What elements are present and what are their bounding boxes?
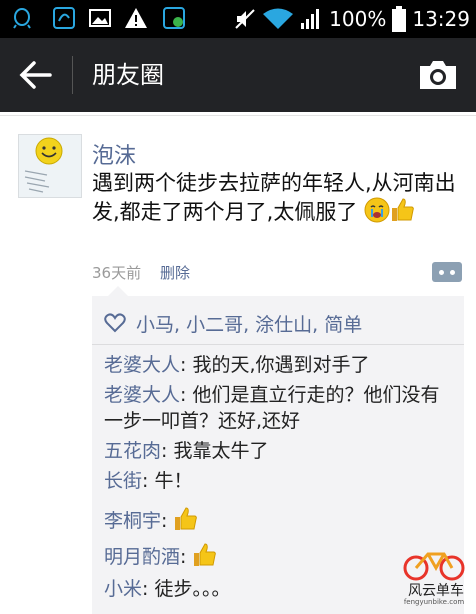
comment-item[interactable]: 长街: 牛！ bbox=[104, 468, 454, 494]
smiley-avatar-icon bbox=[19, 135, 81, 197]
status-bar: 100% 13:29 bbox=[0, 0, 476, 38]
watermark-logo: 风云单车 fengyunbike.com bbox=[396, 548, 472, 606]
signal-icon bbox=[301, 9, 320, 29]
app-bar-divider bbox=[72, 56, 73, 94]
comment-author[interactable]: 小米 bbox=[104, 578, 142, 600]
likes-names[interactable]: 小马, 小二哥, 涂仕山, 简单 bbox=[136, 310, 362, 337]
comment-text: 我的天,你遇到对手了 bbox=[192, 354, 370, 376]
delete-link[interactable]: 删除 bbox=[160, 262, 190, 283]
comment-author[interactable]: 老婆大人 bbox=[104, 384, 180, 406]
thumbs-up-emoji bbox=[194, 543, 217, 566]
comment-divider bbox=[92, 344, 464, 345]
camera-icon[interactable] bbox=[418, 58, 458, 92]
comment-text: 牛！ bbox=[154, 470, 193, 492]
more-dot bbox=[439, 270, 444, 275]
heart-icon bbox=[104, 313, 126, 333]
post-time: 36天前 bbox=[92, 264, 142, 282]
avatar[interactable] bbox=[18, 134, 82, 198]
comment-item[interactable]: 老婆大人: 他们是直立行走的？他们没有一步一叩首？还好,还好 bbox=[104, 382, 454, 434]
comment-item[interactable]: 五花肉: 我靠太牛了 bbox=[104, 438, 454, 464]
comment-text: 我靠太牛了 bbox=[173, 440, 269, 462]
crying-emoji bbox=[364, 197, 390, 223]
comment-box-arrow bbox=[108, 286, 128, 296]
app-update-icon bbox=[163, 7, 185, 29]
comment-author[interactable]: 五花肉 bbox=[104, 440, 161, 462]
thumbs-up-emoji bbox=[392, 198, 414, 221]
app-icon bbox=[53, 7, 75, 29]
wifi-icon bbox=[263, 8, 294, 29]
more-icon[interactable] bbox=[432, 262, 462, 282]
likes-row: 小马, 小二哥, 涂仕山, 简单 bbox=[104, 308, 362, 338]
mute-icon bbox=[235, 9, 255, 29]
page-title: 朋友圈 bbox=[92, 61, 164, 89]
bicycle-logo-icon bbox=[403, 552, 465, 581]
image-icon bbox=[89, 9, 111, 27]
back-arrow-icon[interactable] bbox=[18, 60, 52, 90]
qq-icon bbox=[13, 8, 31, 29]
comment-item[interactable]: 李桐宇: bbox=[104, 506, 454, 534]
comment-author[interactable]: 长街 bbox=[104, 470, 142, 492]
warning-icon bbox=[125, 8, 147, 28]
status-time: 13:29 bbox=[412, 7, 470, 31]
comment-text: 徒步。。。 bbox=[154, 578, 231, 600]
comment-author[interactable]: 老婆大人 bbox=[104, 354, 180, 376]
comment-author[interactable]: 明月酌酒 bbox=[104, 546, 180, 568]
thumbs-up-emoji bbox=[175, 507, 198, 530]
divider bbox=[0, 115, 476, 116]
watermark-url: fengyunbike.com bbox=[403, 598, 465, 606]
status-right: 100% 13:29 bbox=[233, 0, 470, 38]
app-bar: 朋友圈 bbox=[0, 38, 476, 112]
post-content: 遇到两个徒步去拉萨的年轻人,从河南出发,都走了两个月了,太佩服了 bbox=[92, 170, 462, 226]
battery-percent: 100% bbox=[329, 7, 387, 31]
comment-author[interactable]: 李桐宇 bbox=[104, 510, 161, 532]
more-dot bbox=[450, 270, 455, 275]
comment-item[interactable]: 老婆大人: 我的天,你遇到对手了 bbox=[104, 352, 454, 378]
battery-icon bbox=[392, 6, 407, 32]
watermark-text: 风云单车 bbox=[408, 583, 464, 599]
post-author[interactable]: 泡沫 bbox=[92, 138, 136, 170]
